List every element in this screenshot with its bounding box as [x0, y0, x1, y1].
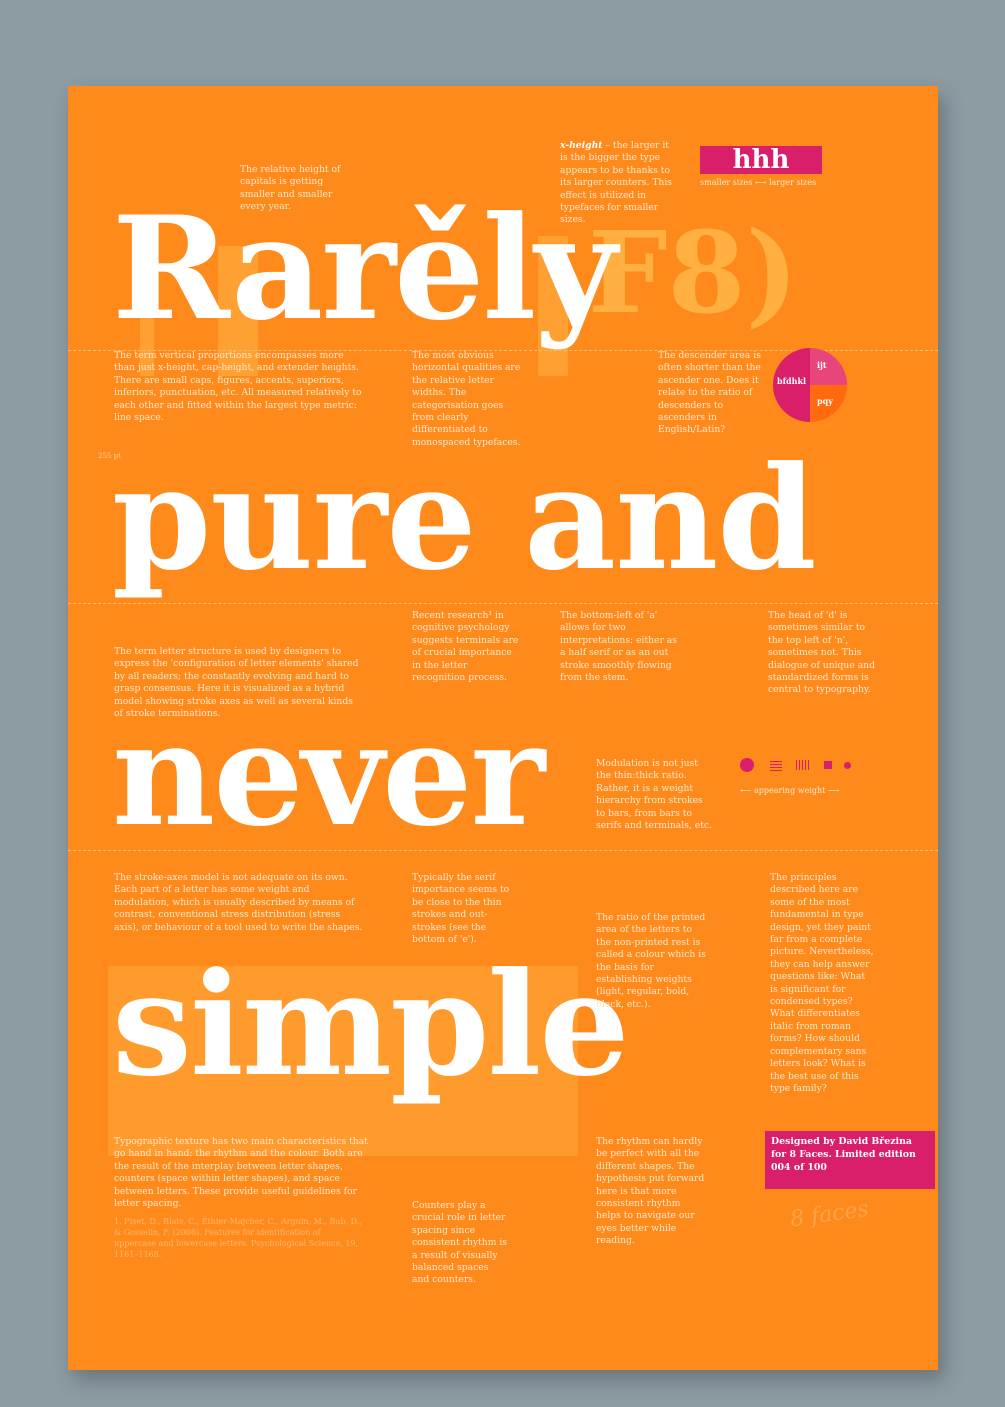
note-xheight: x-height – the larger it is the bigger t… — [560, 140, 672, 227]
note-descender: The descender area is often shorter than… — [658, 350, 761, 436]
weight-sample-small-dot — [844, 762, 851, 769]
note-terminals: Recent research¹ in cognitive psychology… — [412, 610, 519, 684]
note-xheight-text: – the larger it is the bigger the type a… — [560, 140, 672, 226]
note-stroke-axes: The stroke-axes model is not adequate on… — [114, 872, 363, 933]
note-vertical-proportions: The term vertical proportions encompasse… — [114, 350, 362, 424]
poster: F8) Rarěly pure and never simple The rel… — [68, 86, 938, 1370]
hhh-caption: smaller sizes ⟷ larger sizes — [700, 178, 817, 187]
hhh-sample: hhh — [700, 146, 822, 174]
headline-ghost: F8) — [588, 208, 799, 339]
weight-sample-square — [824, 761, 832, 769]
pie-slice-ijt — [810, 348, 847, 385]
note-counters: Counters play a crucial role in letter s… — [412, 1200, 508, 1286]
note-capitals: The relative height of capitals is getti… — [240, 164, 341, 213]
note-letter-widths: The most obvious horizontal qualities ar… — [412, 350, 521, 448]
headline-word-pure-and: pure and — [112, 436, 817, 602]
credit-line-number: 004 of 100 — [771, 1162, 827, 1173]
note-xheight-lead: x-height — [560, 140, 603, 151]
weight-sample-bars — [796, 760, 810, 770]
note-modulation: Modulation is not just the thin:thick ra… — [596, 758, 712, 832]
note-bottom-left-a: The bottom-left of 'a' allows for two in… — [560, 610, 677, 684]
pie-label-top: ijt — [817, 360, 827, 370]
point-size-label: 255 pt — [98, 452, 121, 460]
note-rhythm: The rhythm can hardly be perfect with al… — [596, 1136, 705, 1247]
signature-text: 8 faces — [788, 1196, 871, 1233]
footnote: 1. Fiset, D., Blais, C., Éthier-Majcher,… — [114, 1217, 362, 1259]
guide-line — [68, 603, 938, 604]
credit-line-designer: Designed by David Březina — [771, 1136, 912, 1147]
weight-sample-dot — [740, 758, 754, 772]
note-colour: The ratio of the printed area of the let… — [596, 912, 706, 1010]
embossed-signature: 8 faces — [789, 1197, 871, 1233]
credit-box: Designed by David Březina for 8 Faces. L… — [765, 1131, 935, 1189]
note-principles: The principles described here are some o… — [770, 872, 874, 1094]
headline-word-rarely: Rarěly — [112, 186, 617, 352]
credit-line-edition: for 8 Faces. Limited edition — [771, 1149, 916, 1160]
note-letter-structure: The term letter structure is used by des… — [114, 646, 359, 720]
note-head-d: The head of 'd' is sometimes similar to … — [768, 610, 875, 696]
headline-word-never: never — [112, 692, 545, 858]
pie-label-bottom: pqy — [817, 396, 833, 406]
appearing-weight-label: ⟵ appearing weight ⟶ — [740, 786, 840, 795]
descender-pie-chart: bfdhkl ijt pqy — [773, 348, 847, 422]
headline-word-simple: simple — [112, 942, 630, 1108]
pie-label-left: bfdhkl — [777, 376, 807, 386]
note-serif: Typically the serif importance seems to … — [412, 872, 510, 946]
note-typographic-texture: Typographic texture has two main charact… — [114, 1136, 368, 1210]
weight-samples — [740, 758, 880, 774]
weight-sample-lines — [770, 759, 782, 771]
